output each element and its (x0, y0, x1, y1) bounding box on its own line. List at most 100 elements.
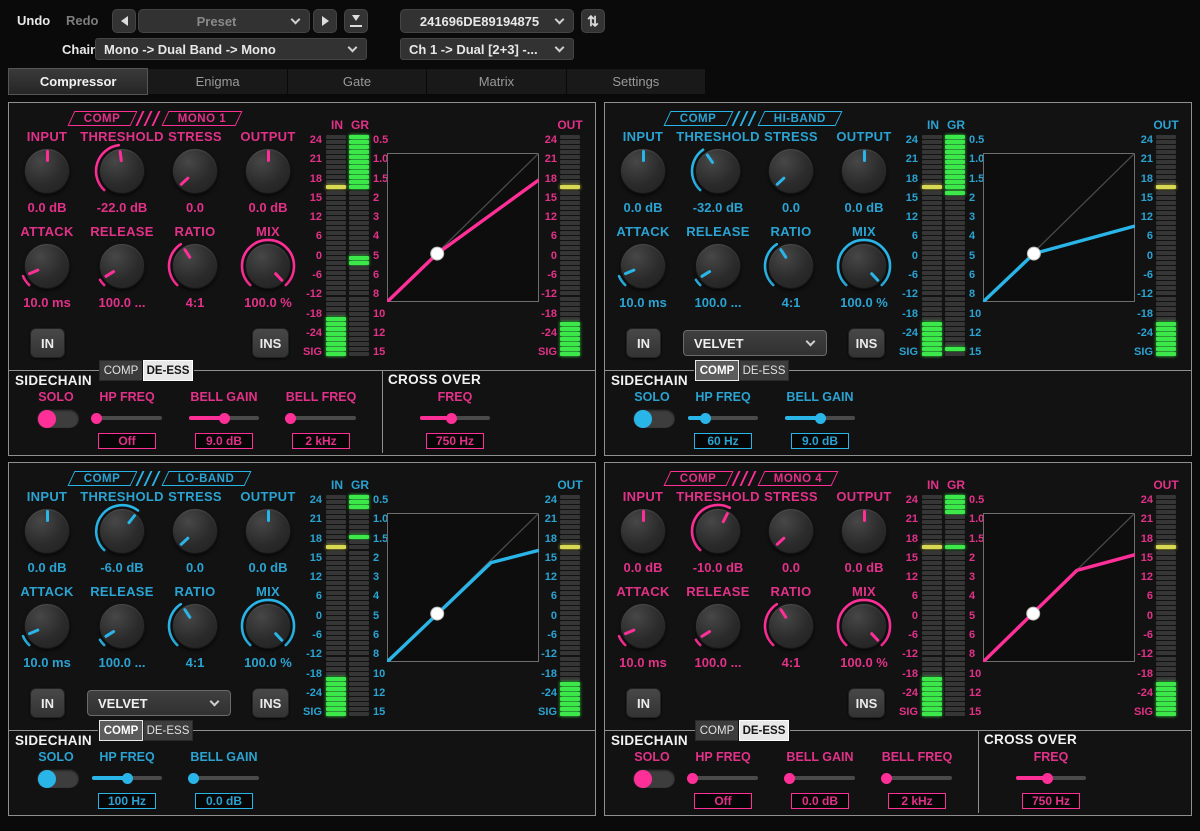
input-knob[interactable] (19, 503, 75, 559)
preset-prev-button[interactable] (112, 9, 136, 33)
tab-bar: Compressor Enigma Gate Matrix Settings (8, 68, 706, 95)
hp-freq-slider[interactable] (688, 416, 758, 420)
knob-face (768, 603, 814, 649)
sidechain-tab-comp[interactable]: COMP (695, 360, 739, 381)
channel-dropdown-label: Ch 1 -> Dual [2+3] -... (409, 42, 550, 57)
sidechain-divider (605, 730, 1191, 731)
mix-knob[interactable] (836, 598, 892, 654)
band-ins-button[interactable]: INS (848, 328, 885, 358)
bell-gain-slider[interactable] (785, 416, 855, 420)
meter-scale-in: 242118151260-6-12-18-24SIG (1123, 135, 1153, 357)
solo-toggle[interactable] (633, 769, 675, 788)
threshold-knob[interactable] (690, 143, 746, 199)
chain-dropdown[interactable]: Mono -> Dual Band -> Mono (95, 38, 367, 60)
character-dropdown[interactable]: VELVET (87, 690, 231, 716)
bell-freq-slider[interactable] (882, 776, 952, 780)
preset-next-button[interactable] (313, 9, 337, 33)
mix-knob[interactable] (836, 238, 892, 294)
release-knob[interactable] (94, 598, 150, 654)
curve-handle[interactable] (431, 247, 444, 260)
sidechain-tab-comp[interactable]: COMP (695, 720, 739, 741)
sidechain-tab-comp[interactable]: COMP (99, 720, 143, 741)
attack-knob[interactable] (19, 238, 75, 294)
curve-handle[interactable] (1027, 247, 1040, 260)
stress-knob[interactable] (167, 143, 223, 199)
stress-knob[interactable] (763, 143, 819, 199)
bell-freq-slider[interactable] (286, 416, 356, 420)
chevron-down-icon (348, 42, 358, 52)
attack-value: 10.0 ms (8, 655, 89, 670)
hp-freq-slider[interactable] (688, 776, 758, 780)
serial-dropdown[interactable]: 241696DE89194875 (400, 9, 574, 33)
output-knob[interactable] (240, 143, 296, 199)
knob-label-release: RELEASE (80, 224, 164, 239)
ratio-knob[interactable] (763, 598, 819, 654)
input-knob[interactable] (615, 143, 671, 199)
sidechain-tab-deess[interactable]: DE-ESS (143, 720, 193, 741)
solo-toggle[interactable] (37, 409, 79, 428)
tab-gate[interactable]: Gate (288, 68, 427, 95)
input-meter (326, 135, 346, 357)
preset-dropdown[interactable]: Preset (138, 9, 310, 33)
release-knob[interactable] (690, 238, 746, 294)
channel-dropdown[interactable]: Ch 1 -> Dual [2+3] -... (400, 38, 574, 60)
badge-comp: COMP (664, 471, 733, 486)
output-knob[interactable] (240, 503, 296, 559)
knob-label-stress: STRESS (749, 129, 833, 144)
hp-freq-slider[interactable] (92, 776, 162, 780)
threshold-knob[interactable] (690, 503, 746, 559)
mix-knob[interactable] (240, 598, 296, 654)
mix-knob[interactable] (240, 238, 296, 294)
stress-knob[interactable] (763, 503, 819, 559)
stress-knob[interactable] (167, 503, 223, 559)
output-knob[interactable] (836, 503, 892, 559)
bell-gain-slider[interactable] (189, 416, 259, 420)
attack-knob[interactable] (615, 238, 671, 294)
sidechain-tab-comp[interactable]: COMP (99, 360, 143, 381)
freq-slider[interactable] (1016, 776, 1086, 780)
knob-pointer (863, 510, 866, 522)
input-knob[interactable] (19, 143, 75, 199)
sc-label-bell-gain: BELL GAIN (765, 750, 875, 764)
freq-slider[interactable] (420, 416, 490, 420)
output-knob[interactable] (836, 143, 892, 199)
tab-compressor[interactable]: Compressor (8, 68, 148, 95)
attack-knob[interactable] (19, 598, 75, 654)
curve-handle[interactable] (1027, 607, 1040, 620)
sidechain-tab-deess[interactable]: DE-ESS (739, 720, 789, 741)
curve-handle[interactable] (431, 607, 444, 620)
band-in-button[interactable]: IN (626, 688, 661, 718)
band-ins-button[interactable]: INS (848, 688, 885, 718)
tab-matrix[interactable]: Matrix (427, 68, 566, 95)
band-in-button[interactable]: IN (626, 328, 661, 358)
preset-save-button[interactable] (344, 9, 368, 33)
tab-enigma[interactable]: Enigma (148, 68, 287, 95)
sidechain-tab-deess[interactable]: DE-ESS (739, 360, 789, 381)
sort-button[interactable]: ⇅ (581, 9, 605, 33)
release-knob[interactable] (690, 598, 746, 654)
ratio-knob[interactable] (167, 238, 223, 294)
solo-toggle[interactable] (633, 409, 675, 428)
ratio-knob[interactable] (167, 598, 223, 654)
ratio-knob[interactable] (763, 238, 819, 294)
character-dropdown[interactable]: VELVET (683, 330, 827, 356)
knob-label-release: RELEASE (80, 584, 164, 599)
input-knob[interactable] (615, 503, 671, 559)
threshold-knob[interactable] (94, 503, 150, 559)
solo-toggle[interactable] (37, 769, 79, 788)
bell-gain-slider[interactable] (189, 776, 259, 780)
bell-gain-slider[interactable] (785, 776, 855, 780)
hp-freq-slider[interactable] (92, 416, 162, 420)
band-in-button[interactable]: IN (30, 688, 65, 718)
sidechain-tab-deess[interactable]: DE-ESS (143, 360, 193, 381)
band-ins-button[interactable]: INS (252, 328, 289, 358)
tab-settings[interactable]: Settings (567, 68, 706, 95)
sidechain-divider (605, 370, 1191, 371)
release-knob[interactable] (94, 238, 150, 294)
redo-button[interactable]: Redo (66, 13, 99, 28)
band-ins-button[interactable]: INS (252, 688, 289, 718)
attack-knob[interactable] (615, 598, 671, 654)
threshold-knob[interactable] (94, 143, 150, 199)
undo-button[interactable]: Undo (17, 13, 50, 28)
band-in-button[interactable]: IN (30, 328, 65, 358)
